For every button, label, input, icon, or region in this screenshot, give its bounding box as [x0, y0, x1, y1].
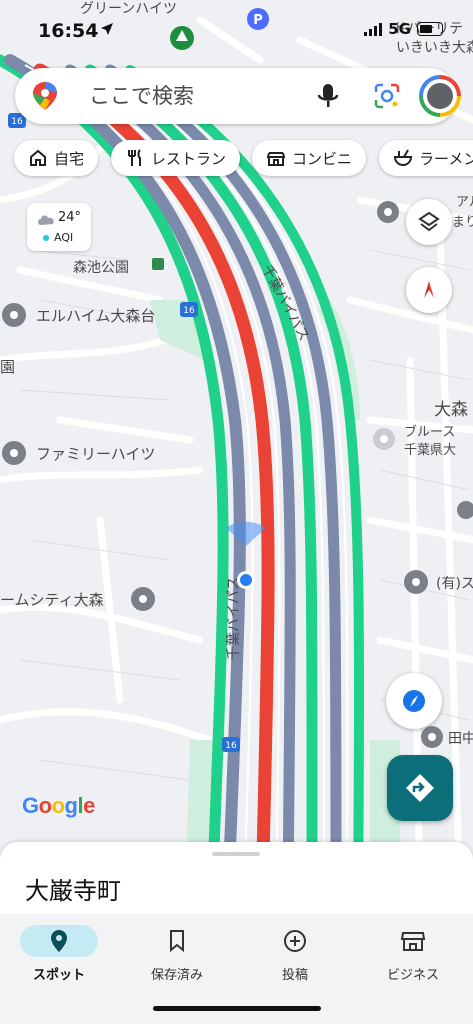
- storefront-icon: [400, 932, 426, 951]
- account-avatar[interactable]: [419, 75, 461, 117]
- poi-marker-right[interactable]: [457, 501, 473, 519]
- battery-icon: [417, 22, 443, 36]
- ramen-icon: [393, 149, 413, 167]
- chip-label: コンビニ: [292, 149, 353, 168]
- navigation-compass-icon: [403, 690, 425, 712]
- poi-marker-blue[interactable]: [373, 428, 395, 450]
- route-16-shield-lower: 16: [222, 737, 240, 752]
- my-location-button[interactable]: [386, 673, 442, 729]
- nav-label: ビジネス: [386, 968, 439, 983]
- compass-button[interactable]: [406, 267, 452, 313]
- park-label: 森池公園: [73, 260, 129, 276]
- svg-text:16: 16: [225, 741, 237, 751]
- sheet-title: 大巌寺町: [25, 877, 121, 905]
- aqi-label: AQI: [54, 231, 74, 244]
- nav-business[interactable]: ビジネス: [354, 914, 472, 1004]
- directions-icon: [406, 774, 434, 802]
- svg-text:16: 16: [183, 306, 195, 316]
- cellular-signal-icon: [364, 22, 383, 36]
- bookmark-icon: [170, 930, 184, 953]
- google-lens-icon[interactable]: [373, 82, 401, 110]
- place-label-homecity: ームシティ大森: [0, 591, 104, 609]
- place-label-top-right4: まり: [452, 215, 473, 230]
- chip-restaurant[interactable]: レストラン: [111, 140, 241, 176]
- chip-convenience[interactable]: コンビニ: [252, 140, 367, 176]
- directions-button[interactable]: [387, 755, 453, 821]
- chip-label: レストラン: [151, 149, 227, 168]
- weather-widget[interactable]: 24° AQI: [27, 203, 91, 251]
- aqi-dot: [43, 235, 49, 241]
- store-icon: [266, 152, 286, 166]
- search-bar[interactable]: [15, 68, 461, 124]
- chip-label: ラーメン: [419, 149, 473, 168]
- place-label-family: ファミリーハイツ: [36, 445, 155, 463]
- network-type: 5G: [388, 20, 411, 38]
- nav-label: 保存済み: [150, 968, 203, 983]
- microphone-icon[interactable]: [315, 82, 341, 110]
- search-input[interactable]: [89, 81, 309, 111]
- chip-home[interactable]: 自宅: [14, 140, 99, 176]
- chip-ramen[interactable]: ラーメン: [379, 140, 473, 176]
- poi-marker-homecity[interactable]: [131, 587, 155, 611]
- place-label-top-right3: アル: [456, 195, 473, 210]
- home-icon: [30, 149, 46, 166]
- route-16-shield: 16: [180, 302, 198, 317]
- google-maps-pin-icon: [33, 82, 57, 110]
- poi-marker-family[interactable]: [2, 441, 26, 465]
- layers-icon: [418, 211, 440, 232]
- poi-marker-top[interactable]: [377, 201, 399, 223]
- sheet-drag-handle[interactable]: [212, 852, 260, 856]
- highway-label-mid: 千葉バイパス: [226, 576, 242, 660]
- add-circle-icon: [284, 930, 306, 952]
- poi-marker-tanaka[interactable]: [421, 726, 443, 748]
- place-label-tanaka: 田中: [448, 731, 473, 747]
- status-bar: 16:54 5G: [0, 0, 473, 48]
- park-icon: [152, 258, 164, 270]
- svg-text:16: 16: [11, 117, 23, 127]
- restaurant-icon: [128, 149, 141, 166]
- poi-marker-elheim[interactable]: [2, 303, 26, 327]
- nav-contribute[interactable]: 投稿: [236, 914, 354, 1004]
- cloud-icon: [38, 215, 54, 225]
- nav-saved[interactable]: 保存済み: [118, 914, 236, 1004]
- place-label-garden: 園: [0, 358, 15, 376]
- nav-label: 投稿: [281, 968, 308, 983]
- status-time: 16:54: [38, 20, 99, 42]
- weather-temperature: 24°: [58, 210, 82, 225]
- poi-marker-yu[interactable]: [404, 570, 428, 594]
- place-label-blue2: 千葉県大: [404, 443, 456, 458]
- location-arrow-icon: [101, 23, 113, 35]
- nav-explore[interactable]: スポット: [0, 914, 118, 1004]
- location-pin-icon: [51, 930, 67, 952]
- home-indicator: [153, 1006, 321, 1011]
- place-label-blue: ブルース: [404, 424, 455, 440]
- chip-label: 自宅: [54, 149, 85, 168]
- google-logo: Google: [22, 793, 95, 818]
- place-label-elheim: エルハイム大森台: [36, 307, 155, 325]
- layers-button[interactable]: [406, 199, 452, 245]
- district-label: 大森: [434, 400, 468, 420]
- compass-icon: [424, 281, 434, 298]
- nav-label: スポット: [32, 968, 85, 983]
- place-label-yu: (有)ス: [436, 576, 473, 592]
